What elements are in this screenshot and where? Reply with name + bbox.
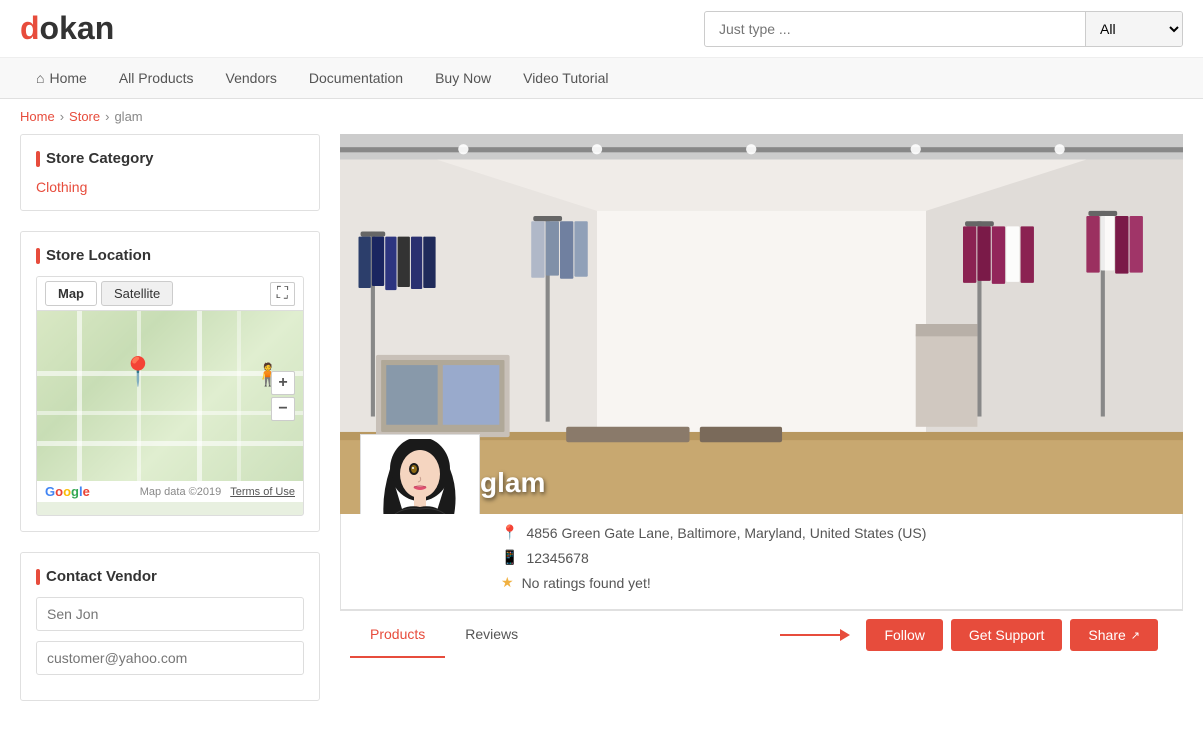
arrow-annotation-wrapper: [780, 629, 858, 641]
nav-home-label: Home: [49, 70, 86, 86]
store-phone: 12345678: [526, 550, 588, 566]
content-area: glam: [340, 134, 1183, 721]
store-category-title: Store Category: [36, 150, 304, 167]
contact-vendor-section: Contact Vendor: [20, 552, 320, 701]
tab-reviews[interactable]: Reviews: [445, 612, 538, 658]
google-logo: Google: [45, 484, 90, 499]
logo-d: d: [20, 10, 40, 46]
share-label: Share: [1088, 627, 1125, 643]
map-roads-svg: [37, 311, 303, 481]
store-rating: No ratings found yet!: [522, 575, 651, 591]
external-link-icon: ↗: [1131, 629, 1140, 642]
follow-button[interactable]: Follow: [866, 619, 942, 651]
map-container: Map Satellite ⛶: [36, 276, 304, 516]
store-rating-row: ★ No ratings found yet!: [501, 574, 1162, 591]
store-name-banner: glam: [480, 467, 545, 499]
breadcrumb-sep-2: ›: [105, 109, 109, 124]
follow-arrow: [780, 629, 850, 641]
breadcrumb-store[interactable]: Store: [69, 109, 100, 124]
store-info-section: glam: [340, 134, 1183, 659]
map-pin[interactable]: 📍: [121, 355, 156, 388]
store-banner: glam: [340, 134, 1183, 514]
nav-documentation[interactable]: Documentation: [293, 58, 419, 98]
star-icon: ★: [501, 574, 514, 591]
breadcrumb: Home › Store › glam: [0, 99, 1203, 134]
phone-icon: 📱: [501, 549, 518, 566]
store-address-row: 📍 4856 Green Gate Lane, Baltimore, Maryl…: [501, 524, 1162, 541]
breadcrumb-sep-1: ›: [60, 109, 64, 124]
map-terms-link[interactable]: Terms of Use: [230, 486, 295, 498]
map-tab-satellite[interactable]: Satellite: [101, 281, 173, 306]
location-icon: 📍: [501, 524, 518, 541]
share-button[interactable]: Share ↗: [1070, 619, 1158, 651]
header: dokan All Products Vendors: [0, 0, 1203, 58]
map-area[interactable]: 📍 🧍 + −: [37, 311, 303, 481]
breadcrumb-current: glam: [114, 109, 142, 124]
get-support-button[interactable]: Get Support: [951, 619, 1063, 651]
breadcrumb-home[interactable]: Home: [20, 109, 55, 124]
store-location-title: Store Location: [36, 247, 304, 264]
nav-vendors-label: Vendors: [226, 70, 277, 86]
main-nav: ⌂ Home All Products Vendors Documentatio…: [0, 58, 1203, 99]
contact-email-input[interactable]: [36, 641, 304, 675]
map-tab-map[interactable]: Map: [45, 281, 97, 306]
map-tabs: Map Satellite ⛶: [37, 277, 303, 311]
store-tabs-actions-bar: Products Reviews Follow Get Support Shar…: [340, 610, 1183, 659]
main-layout: Store Category Clothing Store Location M…: [0, 134, 1203, 721]
nav-video-tutorial[interactable]: Video Tutorial: [507, 58, 624, 98]
map-data-label: Map data ©2019 Terms of Use: [140, 486, 295, 498]
logo[interactable]: dokan: [20, 10, 114, 47]
nav-buy-now[interactable]: Buy Now: [419, 58, 507, 98]
nav-vendors[interactable]: Vendors: [210, 58, 293, 98]
store-action-buttons: Follow Get Support Share ↗: [765, 611, 1173, 659]
map-footer: Google Map data ©2019 Terms of Use: [37, 481, 303, 502]
store-details-bar: 📍 4856 Green Gate Lane, Baltimore, Maryl…: [340, 514, 1183, 610]
map-zoom-out[interactable]: −: [271, 397, 295, 421]
nav-all-products-label: All Products: [119, 70, 194, 86]
search-category-select[interactable]: All Products Vendors: [1085, 12, 1182, 46]
map-fullscreen-button[interactable]: ⛶: [270, 282, 295, 306]
store-location-section: Store Location Map Satellite ⛶: [20, 231, 320, 532]
search-bar: All Products Vendors: [704, 11, 1183, 47]
nav-video-tutorial-label: Video Tutorial: [523, 70, 608, 86]
contact-vendor-title: Contact Vendor: [36, 568, 304, 585]
store-logo: [360, 434, 480, 514]
map-zoom-in[interactable]: +: [271, 371, 295, 395]
nav-documentation-label: Documentation: [309, 70, 403, 86]
nav-all-products[interactable]: All Products: [103, 58, 210, 98]
store-address: 4856 Green Gate Lane, Baltimore, Marylan…: [526, 525, 926, 541]
map-zoom-controls: + −: [271, 371, 295, 421]
sidebar: Store Category Clothing Store Location M…: [20, 134, 320, 721]
nav-buy-now-label: Buy Now: [435, 70, 491, 86]
clothing-category-link[interactable]: Clothing: [36, 179, 87, 195]
tab-products[interactable]: Products: [350, 612, 445, 658]
contact-name-input[interactable]: [36, 597, 304, 631]
home-icon: ⌂: [36, 70, 44, 86]
store-phone-row: 📱 12345678: [501, 549, 1162, 566]
store-logo-svg: [370, 439, 470, 514]
logo-rest: okan: [40, 10, 115, 46]
store-category-section: Store Category Clothing: [20, 134, 320, 211]
search-input[interactable]: [705, 13, 1085, 45]
nav-home[interactable]: ⌂ Home: [20, 58, 103, 98]
